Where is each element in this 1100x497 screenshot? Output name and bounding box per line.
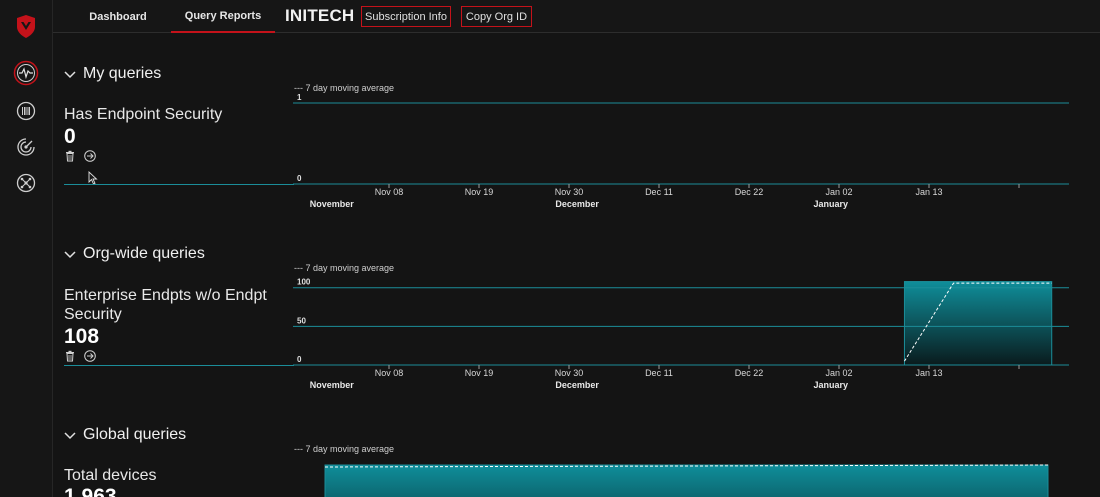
chevron-down-icon	[64, 251, 76, 259]
arrow-right-circle-icon[interactable]	[84, 350, 96, 362]
x-tick-label: Dec 22	[735, 368, 764, 378]
x-month-label: November	[310, 380, 355, 390]
tab-dashboard[interactable]: Dashboard	[81, 0, 155, 33]
x-tick-label: Dec 11	[645, 368, 673, 378]
query-value: 0	[64, 125, 76, 148]
subscription-info-button[interactable]: Subscription Info	[361, 6, 451, 27]
trash-icon[interactable]	[64, 350, 76, 362]
x-tick-label: Jan 02	[825, 187, 852, 197]
chart-legend: --- 7 day moving average	[294, 263, 394, 273]
x-tick-label: Nov 30	[555, 187, 584, 197]
x-tick-label: Jan 13	[915, 368, 942, 378]
section-title-label: Org-wide queries	[83, 245, 205, 262]
section-my-queries[interactable]: My queries	[64, 65, 161, 83]
radar-icon[interactable]	[13, 134, 39, 160]
section-title-label: Global queries	[83, 426, 187, 443]
query-value: 1,963	[64, 485, 117, 497]
x-tick-label: Nov 08	[375, 368, 404, 378]
my-queries-chart: --- 7 day moving average 0 1 Nov 08 Nov 19 No…	[293, 82, 1070, 212]
chart-legend: --- 7 day moving average	[294, 83, 394, 93]
activity-monitor-icon[interactable]	[13, 60, 39, 86]
query-name: Has Endpoint Security	[64, 106, 223, 123]
copy-org-id-button[interactable]: Copy Org ID	[461, 6, 532, 27]
section-global-queries[interactable]: Global queries	[64, 426, 186, 444]
section-org-wide-queries[interactable]: Org-wide queries	[64, 245, 205, 263]
x-tick-label: Dec 22	[735, 187, 764, 197]
series-area	[903, 281, 1053, 366]
y-tick-label: 0	[297, 355, 302, 364]
shield-logo-icon[interactable]	[13, 13, 39, 39]
series-area	[324, 464, 1049, 497]
x-tick-label: Nov 30	[555, 368, 584, 378]
org-name: INITECH	[285, 6, 355, 25]
x-month-label: December	[555, 199, 599, 209]
x-tick-label: Dec 11	[645, 187, 673, 197]
network-icon[interactable]	[13, 170, 39, 196]
query-value: 108	[64, 325, 100, 348]
global-queries-chart: --- 7 day moving average	[293, 443, 1070, 497]
chart-legend: --- 7 day moving average	[294, 444, 394, 454]
query-divider	[64, 365, 294, 366]
y-tick-label: 100	[297, 278, 311, 287]
y-tick-label: 1	[297, 93, 302, 102]
tab-query-reports[interactable]: Query Reports	[171, 0, 275, 33]
chevron-down-icon	[64, 432, 76, 440]
chevron-down-icon	[64, 71, 76, 79]
x-month-label: January	[814, 380, 849, 390]
x-month-label: January	[814, 199, 849, 209]
query-name: Enterprise Endpts w/o Endpt Security	[64, 287, 267, 323]
x-tick-label: Nov 19	[465, 187, 494, 197]
x-tick-label: Jan 02	[825, 368, 852, 378]
x-tick-label: Jan 13	[915, 187, 942, 197]
barcode-icon[interactable]	[13, 98, 39, 124]
query-name: Total devices	[64, 467, 157, 484]
trash-icon[interactable]	[64, 150, 76, 162]
x-month-label: November	[310, 199, 355, 209]
top-navigation-bar: Dashboard Query Reports INITECH Subscrip…	[53, 0, 1100, 33]
x-month-label: December	[555, 380, 599, 390]
x-tick-label: Nov 19	[465, 368, 494, 378]
section-title-label: My queries	[83, 65, 162, 82]
query-divider	[64, 184, 294, 185]
sidebar	[0, 0, 53, 497]
org-wide-queries-chart: --- 7 day moving average 0 50 100 Nov 08 Nov …	[293, 262, 1070, 392]
mouse-cursor-icon	[88, 171, 98, 185]
y-tick-label: 0	[297, 174, 302, 183]
y-tick-label: 50	[297, 316, 306, 325]
x-tick-label: Nov 08	[375, 187, 404, 197]
arrow-right-circle-icon[interactable]	[84, 150, 96, 162]
